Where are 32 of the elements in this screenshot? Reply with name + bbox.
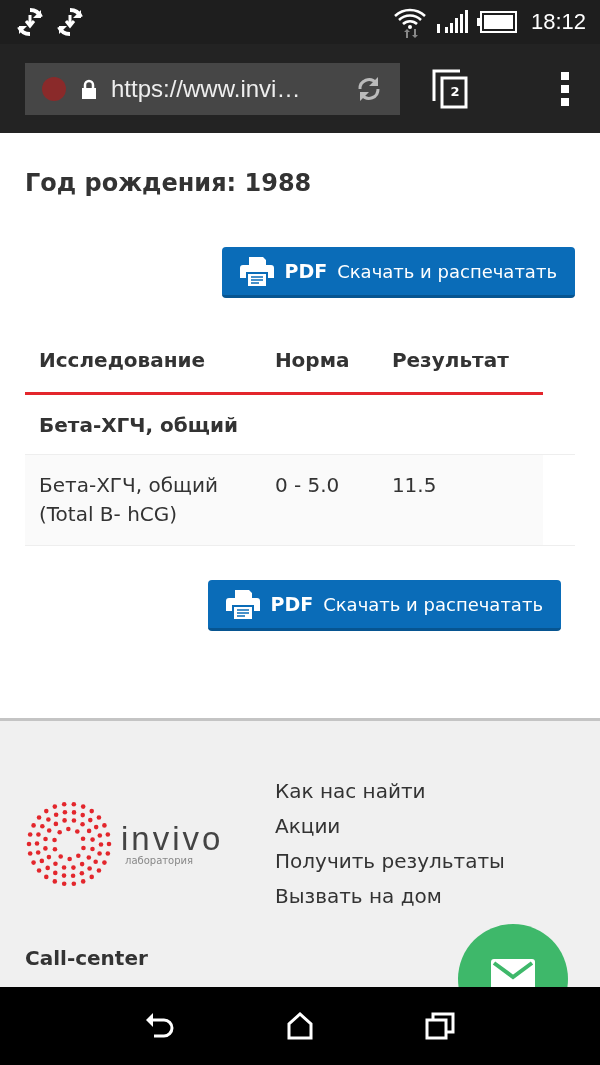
table-cell: 0 - 5.0 <box>260 454 378 546</box>
printer-icon <box>226 589 261 619</box>
envelope-icon <box>491 959 535 987</box>
printer-icon <box>240 256 275 286</box>
birth-year: Год рождения: 1988 <box>24 168 313 197</box>
table-cell: Бета-ХГЧ, общий (Total B- hCG) <box>25 454 261 546</box>
signal-icon <box>434 9 469 35</box>
recents-icon[interactable] <box>424 1012 455 1040</box>
logo-icon <box>25 799 113 888</box>
table-cell: 11.5 <box>377 454 544 546</box>
logo-subtitle: лаборатория <box>125 854 195 866</box>
logo-name: invivo <box>121 821 224 855</box>
footer-link[interactable]: Вызвать на дом <box>275 884 505 908</box>
column-header: Исследование <box>25 338 261 394</box>
menu-icon[interactable] <box>560 71 570 106</box>
download-pdf-button[interactable]: PDF Скачать и распечатать <box>222 247 575 298</box>
footer-link[interactable]: Как нас найти <box>275 779 505 803</box>
site-icon <box>41 75 67 102</box>
footer-link[interactable]: Акции <box>275 814 505 838</box>
url-text: https://www.invi… <box>111 74 302 103</box>
column-header: Результат <box>377 338 544 394</box>
footer-link[interactable]: Получить результаты <box>275 849 505 873</box>
battery-icon <box>476 11 517 33</box>
download-pdf-button[interactable]: PDF Скачать и распечатать <box>208 580 561 631</box>
home-icon[interactable] <box>286 1012 314 1040</box>
address-bar[interactable]: https://www.invi… <box>25 62 400 115</box>
group-title: Бета-ХГЧ, общий <box>25 393 575 455</box>
column-header: Норма <box>260 338 378 394</box>
call-center-title: Call-center <box>25 946 149 970</box>
lock-icon <box>81 78 97 99</box>
back-icon[interactable] <box>145 1012 176 1040</box>
status-time: 18:12 <box>530 9 586 35</box>
